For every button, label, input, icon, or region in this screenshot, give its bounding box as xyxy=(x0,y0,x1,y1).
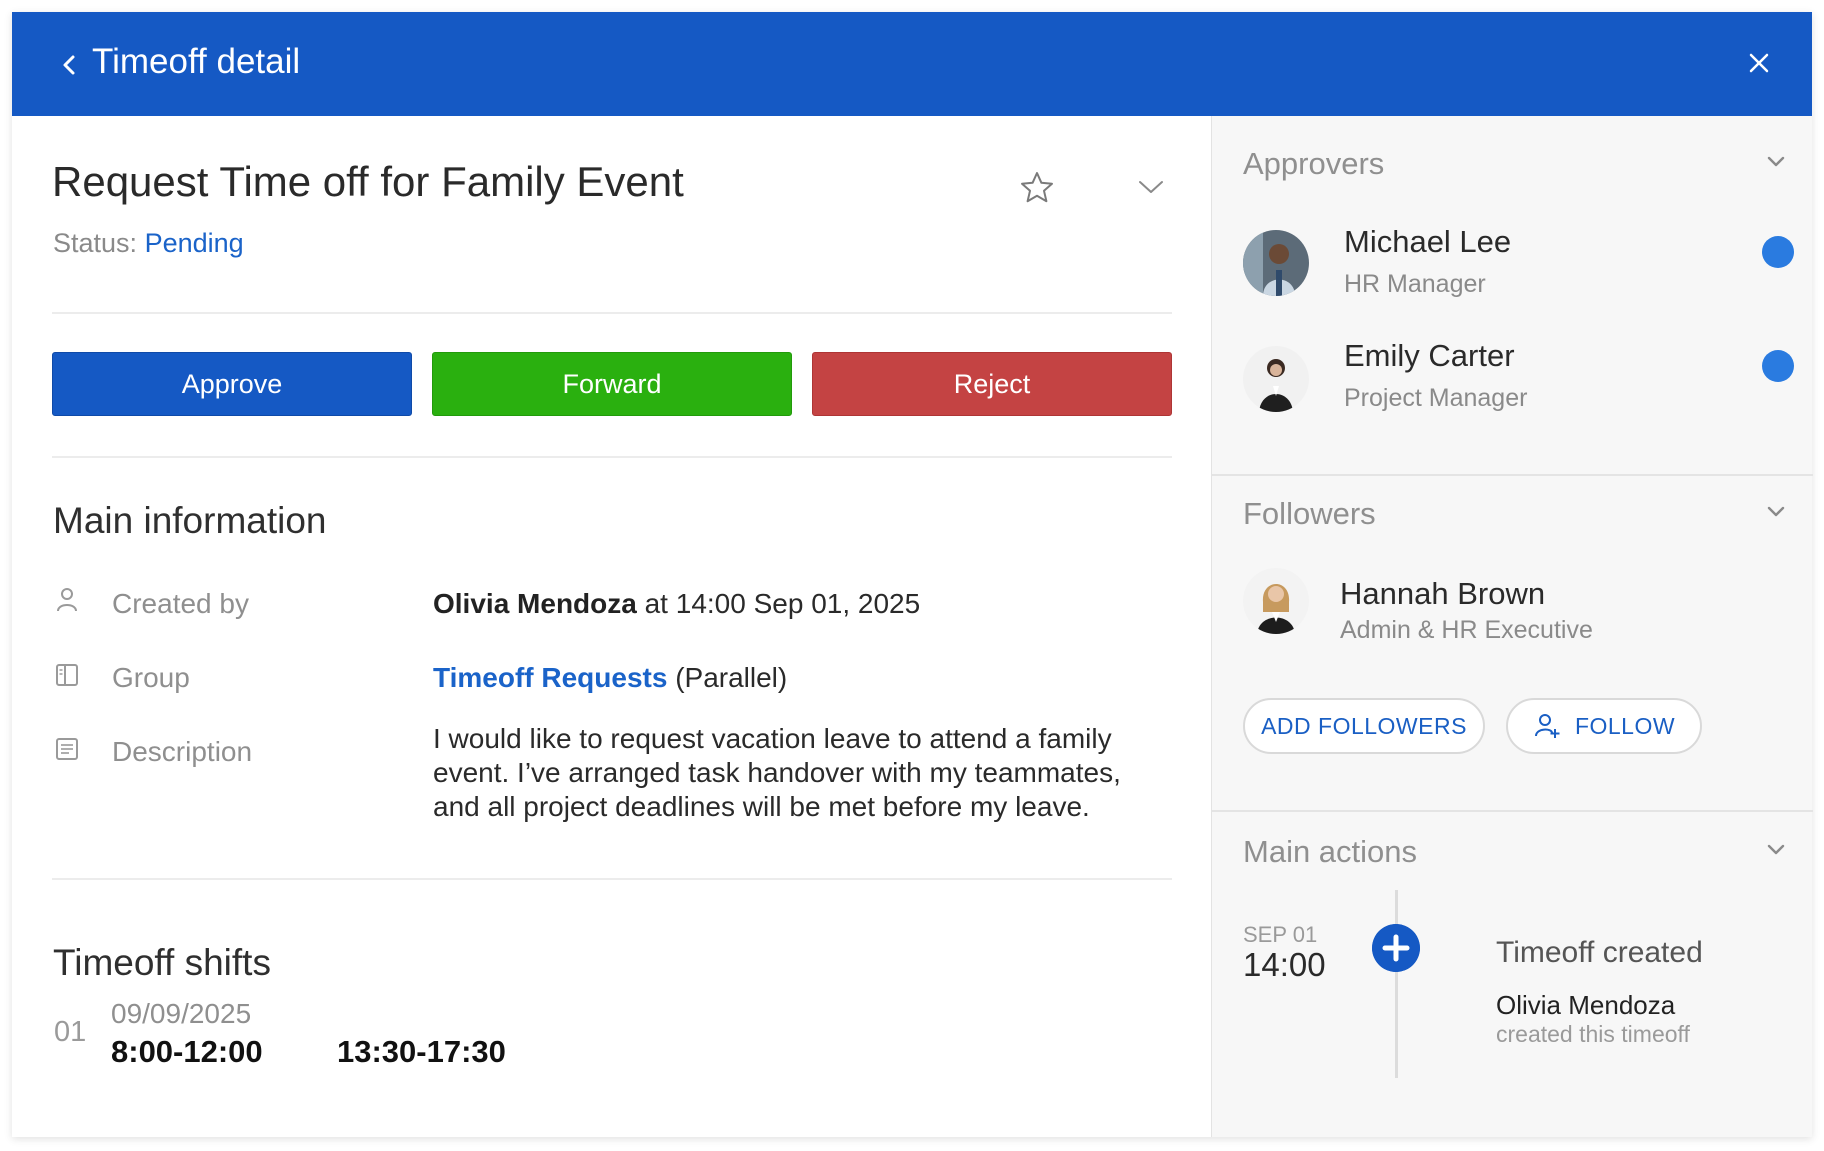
divider xyxy=(52,456,1172,458)
group-value: Timeoff Requests (Parallel) xyxy=(433,662,787,694)
shift-index: 01 xyxy=(54,1016,87,1048)
timeline-line xyxy=(1395,890,1398,1078)
chevron-down-icon[interactable] xyxy=(1763,498,1789,524)
follow-button[interactable]: FOLLOW xyxy=(1506,698,1702,754)
divider xyxy=(52,312,1172,314)
plus-icon xyxy=(1372,924,1420,972)
creator-name: Olivia Mendoza xyxy=(433,588,637,619)
side-panel: Approvers Michael Lee HR Manager Emily C… xyxy=(1211,116,1813,1137)
event-user: Olivia Mendoza xyxy=(1496,990,1676,1020)
created-by-value: Olivia Mendoza at 14:00 Sep 01, 2025 xyxy=(433,588,920,620)
person-photo-icon xyxy=(1243,568,1309,634)
description-icon xyxy=(56,738,78,760)
chevron-down-icon[interactable] xyxy=(1763,148,1789,174)
status-badge: Pending xyxy=(144,228,244,258)
main-information-heading: Main information xyxy=(53,500,327,541)
description-text: I would like to request vacation leave t… xyxy=(433,723,1121,822)
person-photo-icon xyxy=(1243,230,1309,296)
divider xyxy=(1212,810,1813,812)
page-title: Timeoff detail xyxy=(92,42,301,81)
timeoff-shifts-heading: Timeoff shifts xyxy=(53,942,271,983)
group-icon xyxy=(56,664,78,686)
event-title: Timeoff created xyxy=(1496,936,1703,969)
chevron-down-icon[interactable] xyxy=(1134,170,1168,204)
avatar[interactable] xyxy=(1243,568,1309,634)
status-label: Status: xyxy=(53,228,138,258)
description-label: Description xyxy=(112,736,253,767)
follow-label: FOLLOW xyxy=(1574,712,1676,739)
approvers-heading: Approvers xyxy=(1243,146,1385,181)
add-user-icon xyxy=(1534,714,1560,738)
follower-name: Hannah Brown xyxy=(1340,576,1546,611)
avatar[interactable] xyxy=(1243,230,1309,296)
status-dot xyxy=(1762,350,1794,382)
created-time: at 14:00 Sep 01, 2025 xyxy=(644,588,921,619)
event-detail: created this timeoff xyxy=(1496,1021,1690,1047)
group-link[interactable]: Timeoff Requests xyxy=(433,662,667,693)
request-title: Request Time off for Family Event xyxy=(52,158,684,205)
event-date: SEP 01 xyxy=(1243,922,1318,947)
followers-heading: Followers xyxy=(1243,496,1376,531)
person-photo-icon xyxy=(1243,346,1309,412)
chevron-left-icon[interactable] xyxy=(56,50,82,80)
divider xyxy=(1212,474,1813,476)
status-dot xyxy=(1762,236,1794,268)
main-panel: Request Time off for Family Event Status… xyxy=(12,116,1211,1137)
avatar[interactable] xyxy=(1243,346,1309,412)
chevron-down-icon[interactable] xyxy=(1763,836,1789,862)
reject-button[interactable]: Reject xyxy=(812,352,1172,416)
created-by-label: Created by xyxy=(112,588,249,619)
header-bar: Timeoff detail xyxy=(12,12,1812,116)
event-time: 14:00 xyxy=(1243,946,1326,983)
follower-role: Admin & HR Executive xyxy=(1340,616,1593,644)
shift-morning: 8:00-12:00 xyxy=(111,1034,263,1069)
close-icon[interactable] xyxy=(1744,48,1774,78)
add-followers-button[interactable]: ADD FOLLOWERS xyxy=(1243,698,1485,754)
group-label: Group xyxy=(112,662,190,693)
approver-role: Project Manager xyxy=(1344,384,1528,412)
approver-role: HR Manager xyxy=(1344,270,1486,298)
user-icon xyxy=(57,588,77,612)
shift-date: 09/09/2025 xyxy=(111,998,252,1029)
status-line: Status: Pending xyxy=(53,228,244,259)
star-icon[interactable] xyxy=(1017,168,1057,208)
forward-button[interactable]: Forward xyxy=(432,352,792,416)
group-mode: (Parallel) xyxy=(675,662,788,693)
approve-button[interactable]: Approve xyxy=(52,352,412,416)
shift-afternoon: 13:30-17:30 xyxy=(337,1034,506,1069)
approver-name: Emily Carter xyxy=(1344,338,1515,373)
main-actions-heading: Main actions xyxy=(1243,834,1418,869)
divider xyxy=(52,878,1172,880)
approver-name: Michael Lee xyxy=(1344,224,1512,259)
timeoff-detail-window: Timeoff detail Request Time off for Fami… xyxy=(12,12,1813,1137)
